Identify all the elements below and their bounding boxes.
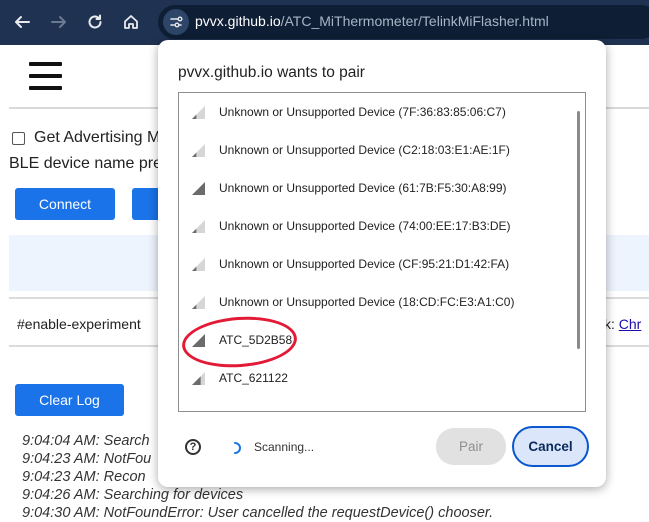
device-item[interactable]: Unknown or Unsupported Device (74:00:EE:… — [179, 207, 573, 245]
device-name: Unknown or Unsupported Device (7F:36:83:… — [219, 105, 506, 119]
flag-link-prefix: k: — [604, 316, 619, 332]
flag-text: #enable-experiment — [17, 316, 141, 332]
flag-link-area: k: Chr — [604, 316, 641, 332]
url-host: pvvx.github.io — [195, 13, 281, 29]
cancel-button[interactable]: Cancel — [512, 426, 589, 467]
device-item[interactable]: Unknown or Unsupported Device (CF:95:21:… — [179, 245, 573, 283]
help-icon[interactable]: ? — [185, 439, 201, 455]
bluetooth-chooser-dialog: pvvx.github.io wants to pair Unknown or … — [158, 40, 606, 487]
dialog-title: pvvx.github.io wants to pair — [178, 64, 365, 81]
forward-icon[interactable] — [46, 9, 72, 35]
advertising-label: Get Advertising M — [34, 129, 161, 146]
advertising-checkbox[interactable] — [12, 131, 25, 145]
site-info-icon[interactable] — [163, 9, 189, 35]
signal-strength-icon — [192, 258, 205, 271]
signal-strength-icon — [192, 372, 205, 385]
signal-strength-icon — [192, 106, 205, 119]
back-icon[interactable] — [9, 9, 35, 35]
scrollbar[interactable] — [577, 111, 580, 349]
device-name: Unknown or Unsupported Device (74:00:EE:… — [219, 219, 511, 233]
menu-icon[interactable] — [29, 62, 62, 90]
device-name: Unknown or Unsupported Device (61:7B:F5:… — [219, 181, 507, 195]
device-item[interactable]: Unknown or Unsupported Device (61:7B:F5:… — [179, 169, 573, 207]
device-name: Unknown or Unsupported Device (C2:18:03:… — [219, 143, 510, 157]
log-line: 9:04:26 AM: Searching for devices — [22, 487, 244, 503]
browser-toolbar: pvvx.github.io/ATC_MiThermometer/TelinkM… — [0, 0, 649, 45]
advertising-option[interactable]: Get Advertising M — [12, 129, 160, 147]
signal-strength-icon — [192, 296, 205, 309]
device-name: Unknown or Unsupported Device (CF:95:21:… — [219, 257, 510, 271]
reload-icon[interactable] — [82, 9, 108, 35]
home-icon[interactable] — [118, 9, 144, 35]
url-path: /ATC_MiThermometer/TelinkMiFlasher.html — [280, 13, 549, 29]
clear-log-button[interactable]: Clear Log — [15, 384, 124, 416]
device-name: Unknown or Unsupported Device (18:CD:FC:… — [219, 295, 515, 309]
device-name: ATC_621122 — [219, 371, 288, 385]
spinner-icon — [234, 442, 241, 454]
connect-button[interactable]: Connect — [15, 188, 115, 220]
device-item[interactable]: Unknown or Unsupported Device (C2:18:03:… — [179, 131, 573, 169]
flag-link[interactable]: Chr — [619, 316, 642, 332]
ble-name-label: BLE device name pre — [9, 155, 162, 172]
signal-strength-icon — [192, 220, 205, 233]
signal-strength-icon — [192, 182, 205, 195]
url-text[interactable]: pvvx.github.io/ATC_MiThermometer/TelinkM… — [195, 13, 549, 29]
device-item[interactable]: Unknown or Unsupported Device (18:CD:FC:… — [179, 283, 573, 321]
log-line: 9:04:30 AM: NotFoundError: User cancelle… — [22, 505, 494, 521]
pair-button[interactable]: Pair — [436, 428, 506, 465]
device-item[interactable]: Unknown or Unsupported Device (7F:36:83:… — [179, 93, 573, 131]
scanning-status: Scanning... — [254, 440, 315, 454]
signal-strength-icon — [192, 144, 205, 157]
